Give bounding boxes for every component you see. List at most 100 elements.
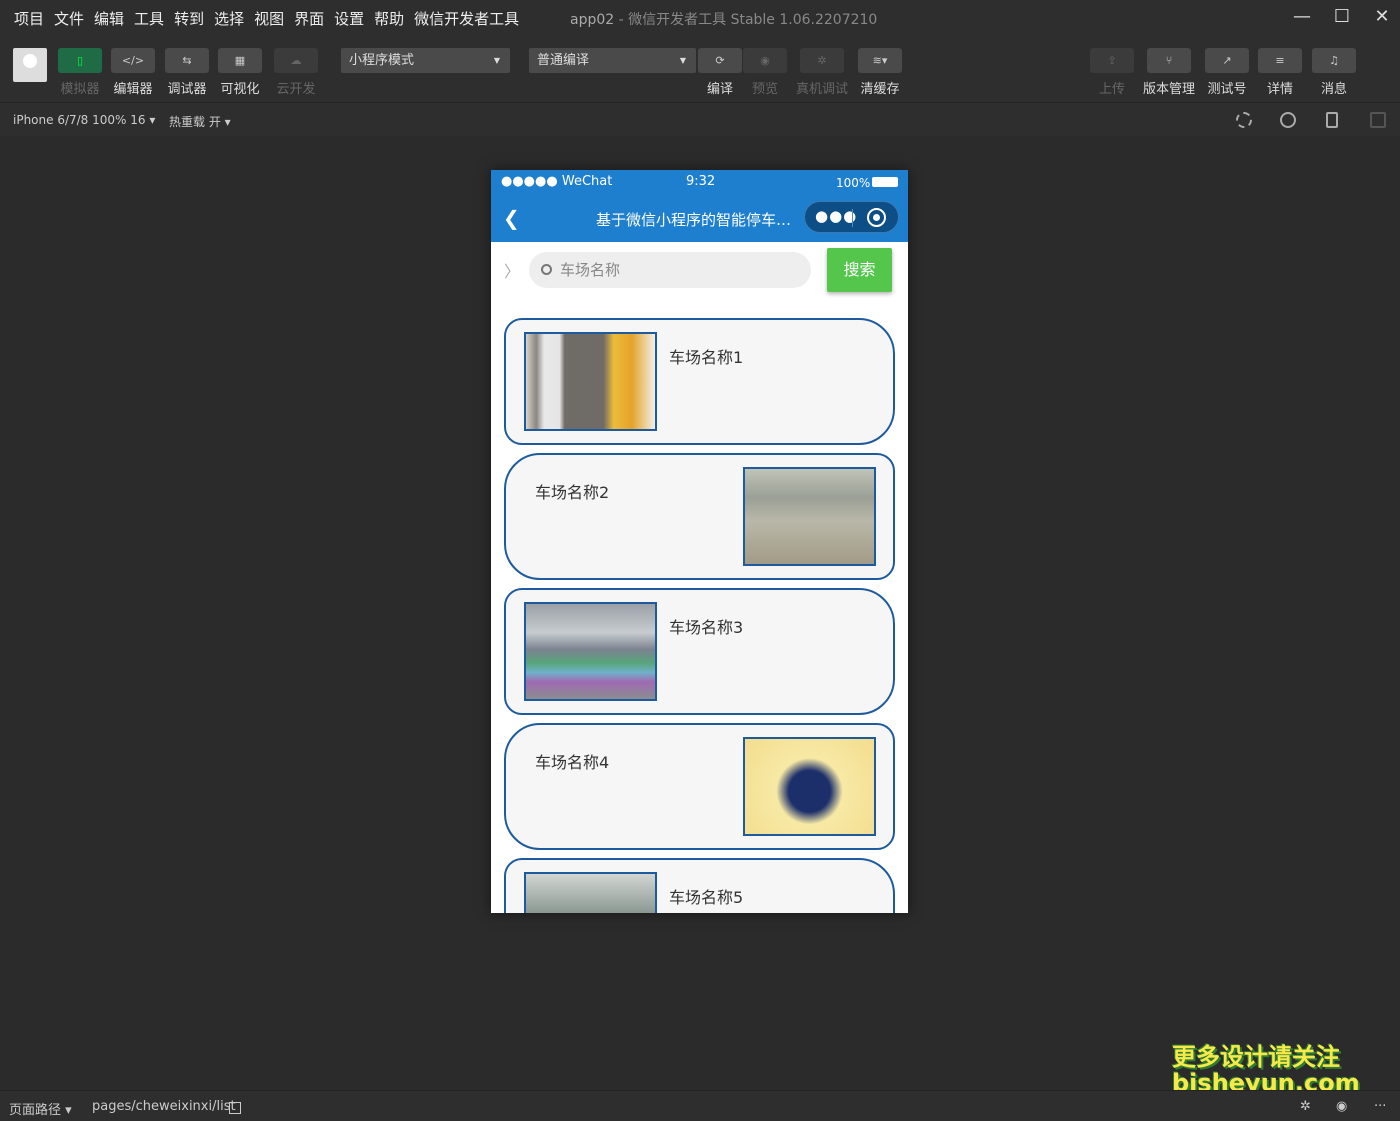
menu-item-wechat-devtools[interactable]: 微信开发者工具 bbox=[414, 8, 519, 29]
editor-label: 编辑器 bbox=[113, 82, 153, 97]
chevron-down-icon: ▼ bbox=[493, 56, 500, 65]
menu-item-tools[interactable]: 工具 bbox=[134, 8, 164, 29]
cloud-label: 云开发 bbox=[276, 82, 316, 97]
window-title: app02 - 微信开发者工具 Stable 1.06.2207210 bbox=[570, 9, 877, 29]
bell-icon: ♫ bbox=[1329, 54, 1339, 67]
search-input[interactable]: 车场名称 bbox=[529, 252, 811, 288]
minimize-button[interactable]: — bbox=[1287, 6, 1317, 30]
nav-bar: ❮ 基于微信小程序的智能停车场... ●●● bbox=[491, 194, 908, 242]
parking-thumbnail bbox=[524, 602, 657, 701]
chevron-down-icon: ▼ bbox=[679, 56, 686, 65]
phone-simulator: ●●●●● WeChat 9:32 100% ❮ 基于微信小程序的智能停车场..… bbox=[491, 170, 908, 913]
upload-label: 上传 bbox=[1098, 82, 1125, 97]
page-path-select[interactable]: 页面路径 ▾ bbox=[9, 1099, 72, 1118]
debugger-button[interactable]: ⇆ bbox=[165, 48, 209, 73]
real-debug-button[interactable]: ✲ bbox=[800, 48, 844, 73]
parking-name: 车场名称1 bbox=[669, 348, 744, 367]
hot-reload-toggle[interactable]: 热重载 开 ▾ bbox=[169, 113, 231, 130]
menu-item-file[interactable]: 文件 bbox=[54, 8, 84, 29]
external-link-icon: ↗ bbox=[1222, 54, 1232, 67]
status-signal: ●●●●● WeChat bbox=[501, 174, 613, 189]
bug-icon: ✲ bbox=[817, 54, 827, 67]
close-mini-icon[interactable] bbox=[867, 208, 886, 227]
maximize-button[interactable]: ☐ bbox=[1327, 6, 1357, 30]
menu-item-view[interactable]: 视图 bbox=[254, 8, 284, 29]
menu-icon: ≡ bbox=[1275, 54, 1285, 67]
menu-item-help[interactable]: 帮助 bbox=[374, 8, 404, 29]
menu-bar: 项目 文件 编辑 工具 转到 选择 视图 界面 设置 帮助 微信开发者工具 ap… bbox=[0, 0, 1400, 36]
window-title-rest: - 微信开发者工具 Stable 1.06.2207210 bbox=[618, 12, 878, 28]
list-item[interactable]: 车场名称5 bbox=[504, 858, 895, 913]
parking-name: 车场名称2 bbox=[535, 483, 610, 502]
list-item[interactable]: 车场名称2 bbox=[504, 453, 895, 580]
cloud-button[interactable]: ☁ bbox=[274, 48, 318, 73]
watermark: 更多设计请关注 bisheyun.com bbox=[1172, 1044, 1372, 1096]
stop-icon[interactable] bbox=[1280, 112, 1296, 128]
device-icon[interactable] bbox=[1326, 112, 1338, 128]
parking-thumbnail bbox=[524, 332, 657, 431]
simulator-button[interactable]: ▯ bbox=[58, 48, 102, 73]
status-bar: ●●●●● WeChat 9:32 100% bbox=[491, 170, 908, 194]
avatar[interactable] bbox=[13, 48, 47, 82]
menu-item-select[interactable]: 选择 bbox=[214, 8, 244, 29]
search-button[interactable]: 搜索 bbox=[827, 248, 892, 292]
window-title-app: app02 bbox=[570, 12, 615, 28]
parking-thumbnail bbox=[743, 737, 876, 836]
mode-select-value: 小程序模式 bbox=[349, 53, 415, 68]
compile-button[interactable]: ⟳ bbox=[698, 48, 742, 73]
menu-item-project[interactable]: 项目 bbox=[14, 8, 44, 29]
more-icon[interactable]: ··· bbox=[1374, 1099, 1386, 1114]
layers-icon: ≋▾ bbox=[872, 54, 888, 67]
compile-select-value: 普通编译 bbox=[537, 53, 590, 68]
back-icon[interactable]: ❮ bbox=[503, 206, 520, 230]
watermark-line1: 更多设计请关注 bbox=[1172, 1043, 1340, 1071]
menu: 项目 文件 编辑 工具 转到 选择 视图 界面 设置 帮助 微信开发者工具 bbox=[0, 8, 525, 29]
details-button[interactable]: ≡ bbox=[1258, 48, 1302, 73]
eye-icon[interactable]: ◉ bbox=[1336, 1099, 1347, 1114]
more-icon[interactable]: ●●● bbox=[815, 207, 857, 225]
bug-icon[interactable]: ✲ bbox=[1300, 1099, 1311, 1114]
device-bar: iPhone 6/7/8 100% 16 ▾ 热重载 开 ▾ bbox=[0, 102, 1400, 136]
debugger-label: 调试器 bbox=[167, 82, 207, 97]
test-account-button[interactable]: ↗ bbox=[1205, 48, 1249, 73]
upload-button[interactable]: ⇪ bbox=[1090, 48, 1134, 73]
list-item[interactable]: 车场名称1 bbox=[504, 318, 895, 445]
visual-label: 可视化 bbox=[220, 82, 260, 97]
clear-cache-button[interactable]: ≋▾ bbox=[858, 48, 902, 73]
page-path-value: pages/cheweixinxi/list bbox=[92, 1099, 236, 1114]
debugger-icon: ⇆ bbox=[182, 54, 192, 67]
layout-icon: ▦ bbox=[234, 54, 246, 67]
list-item[interactable]: 车场名称4 bbox=[504, 723, 895, 850]
real-debug-label: 真机调试 bbox=[795, 82, 848, 97]
mode-select[interactable]: 小程序模式 ▼ bbox=[341, 48, 510, 73]
search-placeholder: 车场名称 bbox=[560, 261, 621, 279]
phone-icon: ▯ bbox=[76, 54, 84, 67]
visual-button[interactable]: ▦ bbox=[218, 48, 262, 73]
parking-name: 车场名称3 bbox=[669, 618, 744, 637]
search-icon bbox=[541, 264, 552, 275]
search-row: 〉 车场名称 搜索 bbox=[491, 242, 908, 322]
preview-button[interactable]: ◉ bbox=[743, 48, 787, 73]
capsule-menu: ●●● bbox=[804, 201, 899, 233]
menu-item-edit[interactable]: 编辑 bbox=[94, 8, 124, 29]
preview-label: 预览 bbox=[751, 82, 778, 97]
parking-thumbnail bbox=[743, 467, 876, 566]
list-item[interactable]: 车场名称3 bbox=[504, 588, 895, 715]
menu-item-settings[interactable]: 设置 bbox=[334, 8, 364, 29]
copy-icon[interactable] bbox=[229, 1102, 241, 1114]
chevron-right-icon[interactable]: 〉 bbox=[504, 258, 520, 282]
editor-button[interactable]: </> bbox=[111, 48, 155, 73]
messages-button[interactable]: ♫ bbox=[1312, 48, 1356, 73]
window-icon[interactable] bbox=[1370, 112, 1386, 128]
battery-icon bbox=[872, 177, 898, 187]
compile-select[interactable]: 普通编译 ▼ bbox=[529, 48, 696, 73]
version-label: 版本管理 bbox=[1142, 82, 1195, 97]
upload-icon: ⇪ bbox=[1107, 54, 1117, 67]
menu-item-goto[interactable]: 转到 bbox=[174, 8, 204, 29]
parking-thumbnail bbox=[524, 872, 657, 913]
menu-item-interface[interactable]: 界面 bbox=[294, 8, 324, 29]
device-select[interactable]: iPhone 6/7/8 100% 16 ▾ bbox=[13, 113, 155, 127]
version-button[interactable]: ⑂ bbox=[1147, 48, 1191, 73]
close-button[interactable]: ✕ bbox=[1367, 6, 1397, 30]
rotate-icon[interactable] bbox=[1236, 112, 1252, 128]
